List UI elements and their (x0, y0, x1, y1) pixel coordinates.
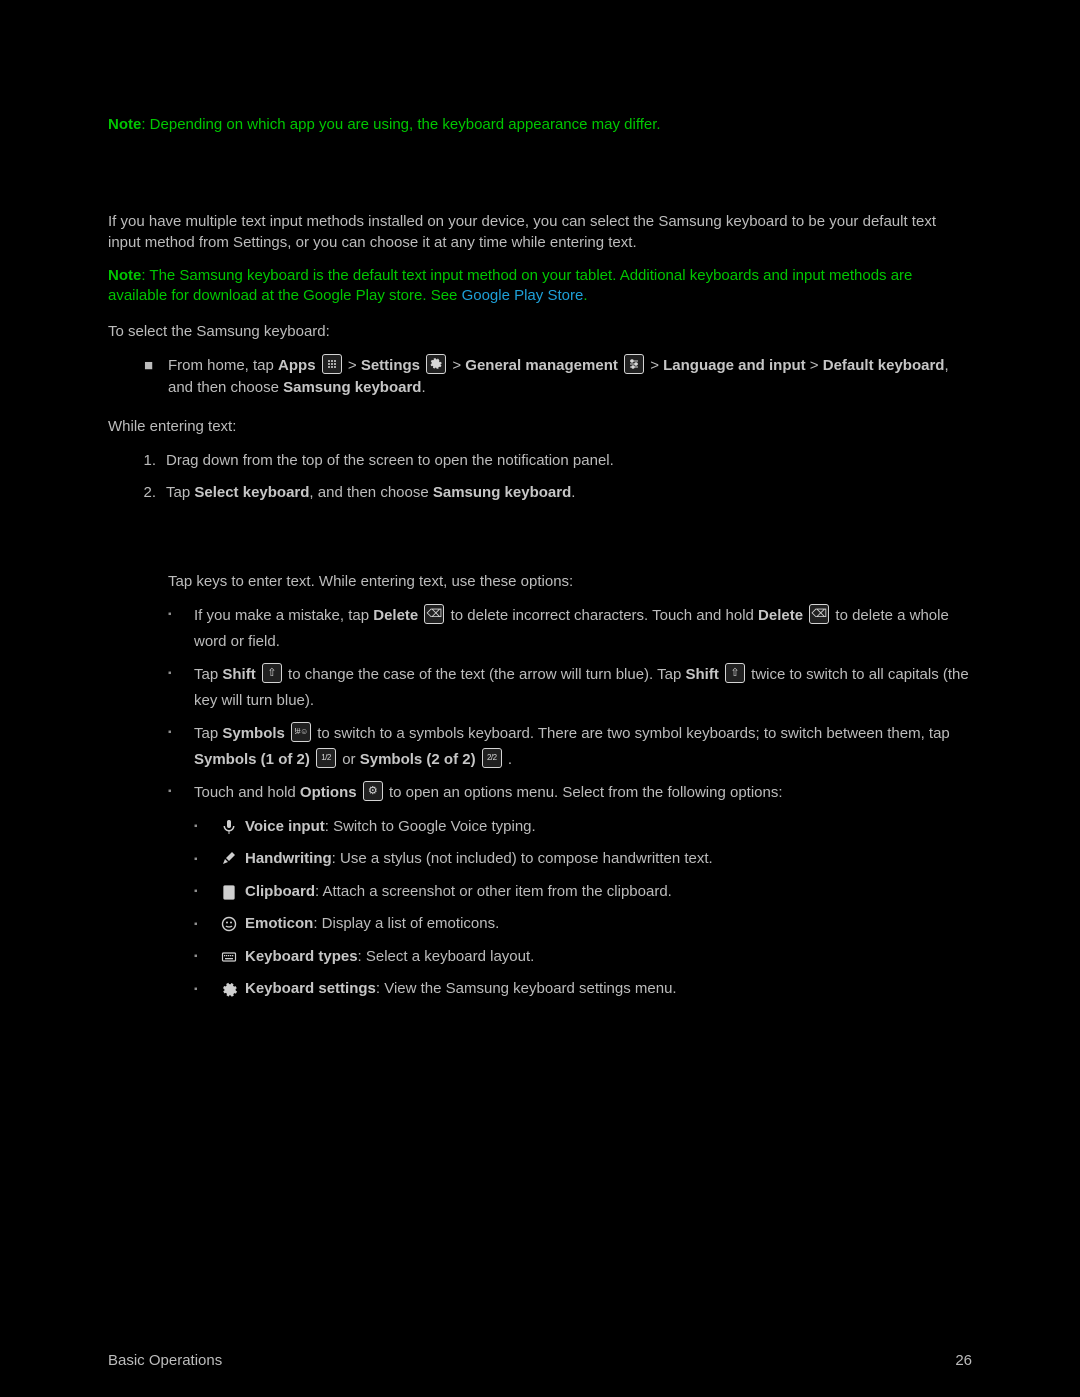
note-text-after: . (583, 287, 587, 304)
shift-key-icon: ⇧ (262, 663, 282, 683)
tap-keys-lead-text: Tap keys to enter text. While entering t… (168, 571, 972, 594)
opt-bullet-mark: ▪ (194, 884, 220, 899)
settings-gear-icon (426, 354, 446, 374)
page: Note: Depending on which app you are usi… (0, 0, 1080, 1397)
option-delete: ▪ If you make a mistake, tap Delete ⌫ to… (168, 603, 972, 654)
opt-bullet-mark: ▪ (194, 917, 220, 932)
opt-bullet-mark: ▪ (194, 852, 220, 867)
nav-instruction-text: From home, tap Apps > Settings > General… (168, 355, 972, 400)
option-options-menu: ▪ Touch and hold Options ⚙ to open an op… (168, 780, 972, 806)
nav-instruction: ■ From home, tap Apps > Settings > Gener… (144, 355, 972, 400)
symbols-1of2-icon: 1/2 (316, 748, 336, 768)
tap-keys-lead: Tap keys to enter text. While entering t… (144, 571, 972, 594)
bullet-mark (144, 571, 168, 594)
keyboard-types-icon (220, 946, 242, 969)
shift-key-icon: ⇧ (725, 663, 745, 683)
bullet-mark: ■ (144, 355, 168, 378)
delete-key-icon: ⌫ (809, 604, 829, 624)
opt-keyboard-settings: ▪ Keyboard settings: View the Samsung ke… (194, 978, 972, 1001)
step-number: 2. (126, 482, 166, 505)
options-gear-icon: ⚙ (363, 781, 383, 801)
microphone-icon (220, 816, 242, 839)
sub-bullet-mark: ▪ (168, 662, 194, 682)
general-management-icon (624, 354, 644, 374)
google-play-store-link[interactable]: Google Play Store (462, 287, 584, 304)
while-entering-text-lead: While entering text: (108, 416, 972, 438)
keyboard-settings-gear-icon (220, 978, 242, 1001)
note-text: : Depending on which app you are using, … (141, 116, 660, 133)
note-label: Note (108, 267, 141, 284)
page-footer: Basic Operations 26 (108, 1352, 972, 1369)
opt-bullet-mark: ▪ (194, 982, 220, 997)
opt-bullet-mark: ▪ (194, 819, 220, 834)
opt-clipboard: ▪ Clipboard: Attach a screenshot or othe… (194, 881, 972, 904)
step-1: 1. Drag down from the top of the screen … (126, 450, 972, 473)
delete-key-icon: ⌫ (424, 604, 444, 624)
symbols-key-icon: !#☺ (291, 722, 311, 742)
opt-voice-input: ▪ Voice input: Switch to Google Voice ty… (194, 816, 972, 839)
sub-bullet-mark: ▪ (168, 721, 194, 741)
note-appearance: Note: Depending on which app you are usi… (108, 115, 972, 135)
handwriting-icon (220, 848, 242, 871)
option-symbols: ▪ Tap Symbols !#☺ to switch to a symbols… (168, 721, 972, 772)
note-default-keyboard: Note: The Samsung keyboard is the defaul… (108, 266, 972, 305)
opt-keyboard-types: ▪ Keyboard types: Select a keyboard layo… (194, 946, 972, 969)
clipboard-icon (220, 881, 242, 904)
footer-section-name: Basic Operations (108, 1352, 222, 1369)
emoticon-icon (220, 913, 242, 936)
content-area: Note: Depending on which app you are usi… (108, 0, 972, 1001)
note-label: Note (108, 116, 141, 133)
footer-page-number: 26 (955, 1352, 972, 1369)
opt-handwriting: ▪ Handwriting: Use a stylus (not include… (194, 848, 972, 871)
step-1-text: Drag down from the top of the screen to … (166, 450, 972, 473)
intro-paragraph: If you have multiple text input methods … (108, 211, 972, 255)
opt-bullet-mark: ▪ (194, 949, 220, 964)
apps-icon (322, 354, 342, 374)
select-keyboard-lead: To select the Samsung keyboard: (108, 321, 972, 343)
step-2: 2. Tap Select keyboard, and then choose … (126, 482, 972, 505)
step-number: 1. (126, 450, 166, 473)
opt-emoticon: ▪ Emoticon: Display a list of emoticons. (194, 913, 972, 936)
option-shift: ▪ Tap Shift ⇧ to change the case of the … (168, 662, 972, 713)
sub-bullet-mark: ▪ (168, 603, 194, 623)
sub-bullet-mark: ▪ (168, 780, 194, 800)
symbols-2of2-icon: 2/2 (482, 748, 502, 768)
step-2-text: Tap Select keyboard, and then choose Sam… (166, 482, 972, 505)
